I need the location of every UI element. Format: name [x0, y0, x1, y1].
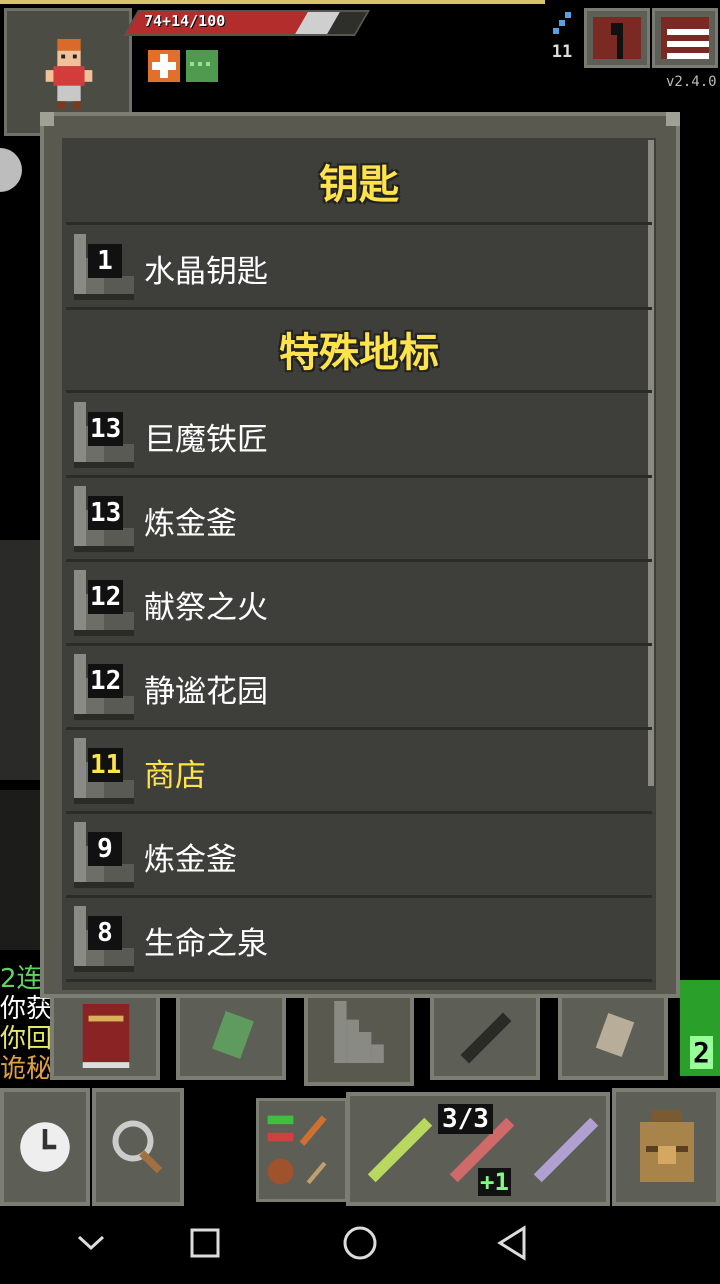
journal-entry[interactable]: 13 巨魔铁匠 — [66, 394, 652, 474]
entry-depth: 11 — [88, 748, 124, 782]
entry-name: 生命之泉 — [144, 926, 268, 962]
divider — [66, 307, 652, 310]
divider — [66, 222, 652, 225]
entry-depth: 8 — [88, 916, 122, 950]
tab-alchemy-notes[interactable] — [176, 994, 286, 1080]
tab-bestiary[interactable] — [558, 994, 668, 1080]
window-corner — [666, 112, 680, 126]
journal-entry[interactable]: 13 炼金釜 — [66, 478, 652, 558]
stairs-icon — [334, 1001, 384, 1063]
journal-entry[interactable]: 12 献祭之火 — [66, 562, 652, 642]
entry-name: 水晶钥匙 — [144, 254, 268, 290]
chevron-down-icon — [77, 1235, 105, 1251]
keys-title: 钥匙 — [319, 162, 399, 208]
nav-collapse-button[interactable] — [46, 1206, 136, 1280]
nav-back-button[interactable] — [468, 1206, 558, 1280]
sword-icon — [460, 1012, 512, 1064]
entry-name: 炼金釜 — [144, 506, 237, 542]
tab-catalog[interactable] — [430, 994, 540, 1080]
stairs-icon — [553, 12, 571, 34]
buff-icon-herb[interactable] — [186, 50, 218, 82]
dots-icon — [190, 62, 210, 66]
entry-depth: 13 — [88, 496, 124, 530]
moon-icon — [0, 148, 22, 192]
search-button[interactable] — [92, 1088, 184, 1206]
system-navbar — [0, 1206, 720, 1280]
xp-bar — [0, 0, 545, 4]
journal-button[interactable] — [584, 8, 650, 68]
square-icon — [190, 1228, 220, 1258]
menu-icon — [661, 17, 709, 59]
backpack-button[interactable] — [612, 1088, 720, 1206]
journal-entry[interactable]: 9 炼金釜 — [66, 814, 652, 894]
journal-entry[interactable]: 1 水晶钥匙 — [66, 226, 652, 306]
entry-name: 献祭之火 — [144, 590, 268, 626]
entry-depth: 12 — [88, 664, 124, 698]
book-icon — [82, 1004, 130, 1068]
entry-depth: 13 — [88, 412, 124, 446]
scroll-icon — [595, 1012, 635, 1058]
side-badge-count: 2 — [690, 1036, 713, 1069]
dungeon-wall — [0, 540, 44, 780]
hero-icon — [45, 39, 93, 109]
divider — [66, 390, 652, 393]
journal-entry[interactable]: 8 生命之泉 — [66, 898, 652, 978]
wand-charges: 3/3 — [438, 1104, 493, 1134]
wand-icon — [533, 1117, 599, 1183]
quick-icons — [267, 1115, 327, 1185]
quick-actions[interactable] — [256, 1098, 348, 1202]
upgrade-level: +1 — [478, 1168, 511, 1196]
divider — [66, 979, 652, 982]
entry-depth: 12 — [88, 580, 124, 614]
depth-indicator[interactable]: 11 — [547, 12, 577, 72]
journal-entry[interactable]: 11 商店 — [66, 730, 652, 810]
back-triangle-icon — [497, 1225, 526, 1261]
journal-entry[interactable]: 12 静谧花园 — [66, 646, 652, 726]
side-badge[interactable]: 2 — [680, 980, 720, 1076]
tab-guide-book[interactable] — [50, 994, 160, 1080]
menu-button[interactable] — [652, 8, 718, 68]
backpack-icon — [640, 1110, 694, 1182]
entry-name: 静谧花园 — [144, 674, 268, 710]
scroll-green-icon — [212, 1011, 254, 1059]
entry-name: 商店 — [144, 758, 206, 794]
cross-icon — [152, 54, 176, 78]
log-line: 诡秘 — [0, 1054, 50, 1084]
nav-home-button[interactable] — [315, 1206, 405, 1280]
journal-icon — [593, 17, 641, 59]
nav-recents-button[interactable] — [160, 1206, 250, 1280]
landmarks-title: 特殊地标 — [279, 330, 439, 376]
tab-landmarks[interactable] — [304, 990, 414, 1086]
dungeon-floor — [0, 790, 44, 950]
entry-depth: 1 — [88, 244, 122, 278]
wand-icon — [367, 1117, 433, 1183]
buff-icon-heal[interactable] — [148, 50, 180, 82]
entry-name: 炼金釜 — [144, 842, 237, 878]
clock-icon — [20, 1122, 70, 1172]
wait-button[interactable] — [0, 1088, 90, 1206]
version-label: v2.4.0 — [666, 74, 717, 90]
entry-name: 巨魔铁匠 — [144, 422, 268, 458]
health-text: 74+14/100 — [144, 12, 226, 30]
entry-depth: 9 — [88, 832, 122, 866]
magnifier-icon — [112, 1120, 163, 1174]
depth-number: 11 — [551, 42, 573, 62]
window-corner — [40, 112, 54, 126]
circle-icon — [343, 1226, 377, 1260]
